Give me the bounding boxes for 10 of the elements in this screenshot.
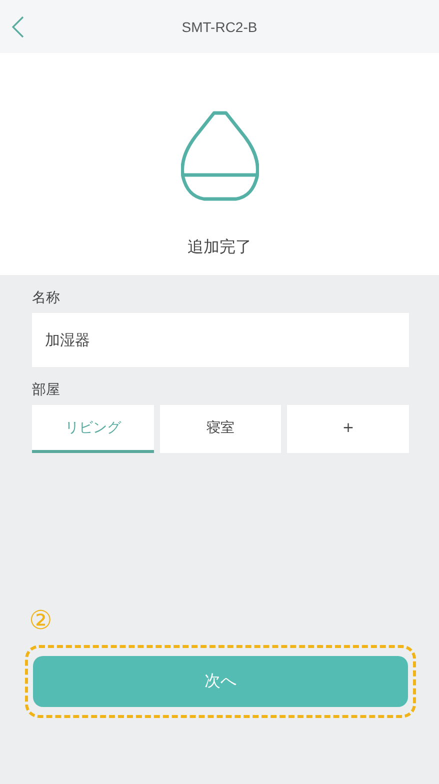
room-tab[interactable]: + <box>287 405 410 453</box>
field-label: 名称 <box>32 289 61 307</box>
step-marker: ② <box>29 607 54 635</box>
back-icon[interactable] <box>11 15 25 39</box>
room-tab[interactable]: 寝室 <box>160 405 282 453</box>
field-label: 部屋 <box>32 381 61 399</box>
screen-title: SMT-RC2-B <box>182 18 258 34</box>
status-message: 追加完了 <box>188 237 252 258</box>
humidifier-icon <box>180 111 258 201</box>
input-field[interactable]: 加湿器 <box>32 313 409 367</box>
